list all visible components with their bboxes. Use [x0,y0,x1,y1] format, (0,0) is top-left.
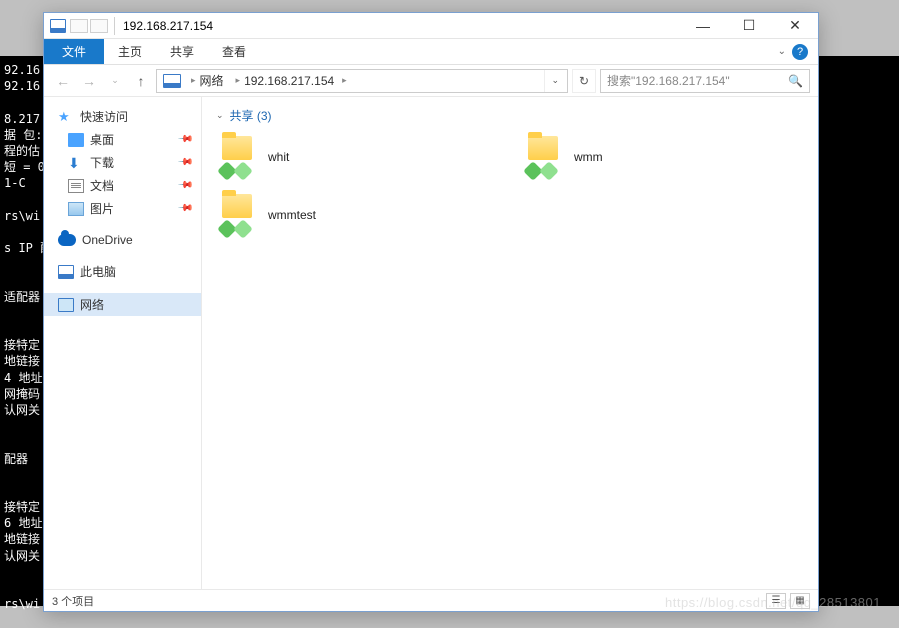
window-title: 192.168.217.154 [123,19,213,33]
sidebar-label: 桌面 [90,131,114,148]
sidebar-label: 下载 [90,154,114,171]
address-dropdown-icon[interactable]: ⌄ [544,70,565,92]
items-grid: whit wmm wmmtest [214,132,806,240]
share-folder-icon [216,194,256,236]
nav-back-button[interactable]: ← [52,73,74,89]
group-header-label: 共享 (3) [230,107,272,124]
sidebar-label: 图片 [90,200,114,217]
pin-icon: 📌 [176,154,193,171]
close-button[interactable]: ✕ [772,13,818,39]
nav-recent-dropdown[interactable]: ⌄ [104,75,126,86]
qa-button-2[interactable] [90,19,108,33]
ribbon-tab-home[interactable]: 主页 [104,39,156,64]
share-folder-icon [522,136,562,178]
pc-icon [58,265,74,279]
pin-icon: 📌 [176,131,193,148]
item-label: wmm [574,150,603,164]
sidebar-label: 文档 [90,177,114,194]
nav-forward-button[interactable]: → [78,73,100,89]
ribbon-tab-share[interactable]: 共享 [156,39,208,64]
share-item[interactable]: wmm [520,132,806,182]
explorer-window: 192.168.217.154 — ☐ ✕ 文件 主页 共享 查看 ⌄ ? ← … [43,12,819,612]
ribbon: 文件 主页 共享 查看 ⌄ ? [44,39,818,65]
address-bar[interactable]: ▸ 网络 ▸ 192.168.217.154 ▸ ⌄ [156,69,568,93]
cloud-icon [58,234,76,246]
item-label: whit [268,150,289,164]
maximize-button[interactable]: ☐ [726,13,772,39]
share-folder-icon [216,136,256,178]
sidebar-label: 此电脑 [80,263,116,280]
document-icon [68,179,84,193]
breadcrumb-host[interactable]: ▸ 192.168.217.154 ▸ [230,74,353,88]
chevron-right-icon: ▸ [236,75,241,86]
titlebar-separator [114,17,115,35]
sidebar-documents[interactable]: 文档 📌 [44,174,201,197]
star-icon: ★ [58,110,74,124]
chevron-right-icon: ▸ [342,75,347,86]
navbar: ← → ⌄ ↑ ▸ 网络 ▸ 192.168.217.154 ▸ ⌄ ↻ 搜索"… [44,65,818,97]
desktop-icon [68,133,84,147]
nav-up-button[interactable]: ↑ [130,73,152,89]
share-item[interactable]: whit [214,132,500,182]
ribbon-tab-file[interactable]: 文件 [44,39,104,64]
share-item[interactable]: wmmtest [214,190,500,240]
watermark: https://blog.csdn.net/qq_28513801 [665,595,881,610]
sidebar-quick-access[interactable]: ★ 快速访问 [44,105,201,128]
search-icon: 🔍 [788,74,803,88]
help-icon[interactable]: ? [792,44,808,60]
sidebar-desktop[interactable]: 桌面 📌 [44,128,201,151]
sidebar: ★ 快速访问 桌面 📌 ⬇ 下载 📌 文档 📌 图片 📌 [44,97,202,589]
ribbon-tab-view[interactable]: 查看 [208,39,260,64]
sidebar-label: 网络 [80,296,104,313]
explorer-body: ★ 快速访问 桌面 📌 ⬇ 下载 📌 文档 📌 图片 📌 [44,97,818,589]
sidebar-onedrive[interactable]: OneDrive [44,230,201,250]
sidebar-downloads[interactable]: ⬇ 下载 📌 [44,151,201,174]
group-header[interactable]: ⌄ 共享 (3) [214,105,806,132]
chevron-down-icon: ⌄ [216,110,224,121]
breadcrumb-root-label: 网络 [200,72,224,89]
status-text: 3 个项目 [52,593,94,609]
minimize-button[interactable]: — [680,13,726,39]
refresh-button[interactable]: ↻ [572,69,596,93]
ribbon-collapse-icon[interactable]: ⌄ [778,46,786,57]
download-icon: ⬇ [68,156,84,170]
search-input[interactable]: 搜索"192.168.217.154" 🔍 [600,69,810,93]
pictures-icon [68,202,84,216]
chevron-right-icon: ▸ [191,75,196,86]
titlebar[interactable]: 192.168.217.154 — ☐ ✕ [44,13,818,39]
address-pc-icon [163,74,181,88]
content-pane[interactable]: ⌄ 共享 (3) whit wmm wmmtest [202,97,818,589]
breadcrumb-host-label: 192.168.217.154 [244,74,334,88]
network-icon [58,298,74,312]
item-label: wmmtest [268,208,316,222]
window-icon [50,19,66,33]
pin-icon: 📌 [176,200,193,217]
pin-icon: 📌 [176,177,193,194]
sidebar-label: 快速访问 [80,108,128,125]
sidebar-pictures[interactable]: 图片 📌 [44,197,201,220]
sidebar-label: OneDrive [82,233,133,247]
sidebar-this-pc[interactable]: 此电脑 [44,260,201,283]
search-placeholder: 搜索"192.168.217.154" [607,72,730,89]
qa-button-1[interactable] [70,19,88,33]
sidebar-network[interactable]: 网络 [44,293,201,316]
breadcrumb-root[interactable]: ▸ 网络 [185,72,230,89]
